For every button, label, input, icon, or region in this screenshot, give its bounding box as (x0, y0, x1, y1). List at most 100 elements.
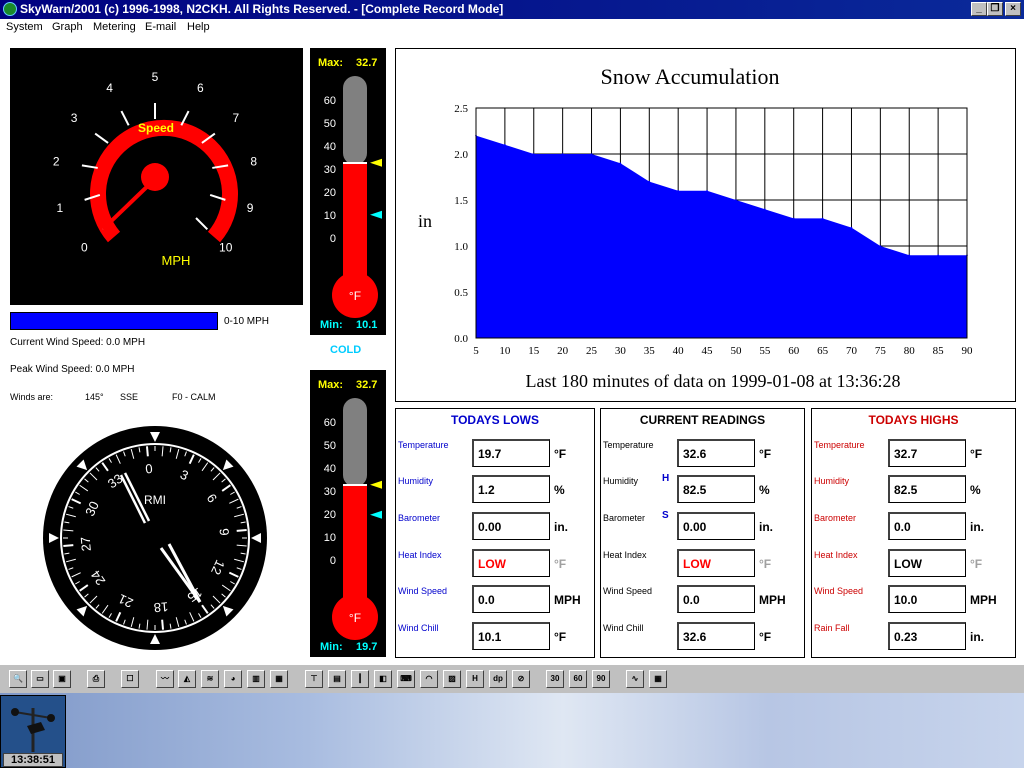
toolbar: 🔍 ▭ ▣ ⎙ ☐ 〰 ◭ ≋ ◕ ▥ ▦ ⊤ ▤ ┃ ◧ ⌨ ◠ ▨ H dp… (0, 664, 1024, 693)
chart-xtick-label: 20 (557, 345, 569, 357)
reading-label: Wind Chill (603, 623, 644, 633)
reading-label: Rain Fall (814, 623, 850, 633)
chart-xtick-label: 40 (673, 345, 685, 357)
barometer-marker: S (662, 510, 669, 521)
menu-system[interactable]: System (6, 21, 43, 33)
barometer-icon[interactable]: ▨ (443, 670, 461, 688)
keyboard-icon[interactable]: ⌨ (397, 670, 415, 688)
peak-wind-speed: Peak Wind Speed: 0.0 MPH (10, 364, 135, 375)
menu-graph[interactable]: Graph (52, 21, 83, 33)
anemometer-icon (11, 708, 55, 752)
tower-meter-icon[interactable]: ⊤ (305, 670, 323, 688)
stacked-bar-icon[interactable]: ▦ (270, 670, 288, 688)
reading-value: 10.0 (888, 585, 966, 613)
thermo-max-marker (370, 480, 382, 489)
reading-unit: °F (554, 630, 567, 644)
thermo-min-label: Min: (320, 319, 343, 331)
open-folder-icon[interactable]: ▭ (31, 670, 49, 688)
reading-unit: °F (970, 447, 983, 461)
reading-value: 32.7 (888, 439, 966, 467)
chart-xtick-label: 35 (644, 345, 656, 357)
range-90-button[interactable]: 90 (592, 670, 610, 688)
reading-unit: % (554, 483, 565, 497)
chart-xtick-label: 65 (817, 345, 829, 357)
reading-value: 32.6 (677, 439, 755, 467)
reading-label: Barometer (398, 513, 441, 523)
rmi-tick (236, 528, 247, 532)
thermo-max-value: 32.7 (356, 57, 377, 69)
table-grid-icon[interactable]: ▦ (649, 670, 667, 688)
dial-meter-icon[interactable]: ◠ (420, 670, 438, 688)
thermo-max-label: Max: (318, 379, 343, 391)
print-preview-icon[interactable]: 🔍 (9, 670, 27, 688)
rmi-compass: 03691215182124273033 RMI (40, 426, 270, 650)
chart-xtick-label: 25 (586, 345, 598, 357)
snow-data-point (677, 190, 679, 192)
chart-ylabel: in (418, 211, 432, 231)
current-wind-speed: Current Wind Speed: 0.0 MPH (10, 337, 146, 348)
thermo-unit: °F (349, 289, 361, 303)
weather-station-tile[interactable]: 13:38:51 (0, 695, 66, 768)
speed-tick-label: 6 (197, 81, 204, 95)
reading-unit: °F (554, 557, 567, 571)
thermo-grid-icon[interactable]: ▤ (328, 670, 346, 688)
current-readings-panel: CURRENT READINGS Temperature 32.6 °F Humidit… (600, 408, 805, 658)
pie-chart-icon[interactable]: ◕ (224, 670, 242, 688)
trend-graph-icon[interactable]: ∿ (626, 670, 644, 688)
speed-tick-label: 1 (57, 201, 64, 215)
minimize-button[interactable]: _ (971, 2, 987, 16)
printer-icon[interactable]: ⎙ (87, 670, 105, 688)
area-graph-icon[interactable]: ◭ (178, 670, 196, 688)
thermo-scale-label: 30 (324, 164, 336, 176)
reading-unit: °F (759, 557, 772, 571)
reading-label: Humidity (814, 476, 850, 486)
speed-needle-hub (141, 163, 169, 191)
chart-xtick-label: 15 (528, 345, 540, 357)
thermo-scale-label: 50 (324, 118, 336, 130)
humidity-icon[interactable]: H (466, 670, 484, 688)
menu-email[interactable]: E-mail (145, 21, 176, 33)
thermometer-icon[interactable]: ┃ (351, 670, 369, 688)
snow-data-point (792, 217, 795, 220)
range-60-button[interactable]: 60 (569, 670, 587, 688)
multi-graph-icon[interactable]: ≋ (201, 670, 219, 688)
title-bar: SkyWarn/2001 (c) 1996-1998, N2CKH. All R… (0, 0, 1024, 19)
blank-page-icon[interactable]: ☐ (121, 670, 139, 688)
gauge-panel-icon[interactable]: ◧ (374, 670, 392, 688)
line-graph-icon[interactable]: 〰 (156, 670, 174, 688)
save-icon[interactable]: ▣ (53, 670, 71, 688)
snow-data-point (532, 153, 535, 155)
compass-icon[interactable]: ⊘ (512, 670, 530, 688)
thermo-scale-label: 40 (324, 141, 336, 153)
rmi-heading-label: 9 (216, 528, 232, 537)
snow-data-point (735, 199, 737, 201)
todays-lows-panel: TODAYS LOWS Temperature 19.7 °F Humidity 1.2%… (395, 408, 595, 658)
speed-tick-label: 3 (71, 111, 78, 125)
restore-button[interactable]: ❐ (987, 2, 1003, 16)
thermo-max-marker (370, 158, 382, 167)
reading-label: Temperature (814, 440, 865, 450)
wind-direction-degrees: 145° (85, 392, 104, 402)
chart-xtick-label: 10 (499, 345, 511, 357)
menu-help[interactable]: Help (187, 21, 210, 33)
reading-value: LOW (888, 549, 966, 577)
chart-xtick-label: 30 (615, 345, 627, 357)
rmi-label: RMI (144, 493, 166, 507)
chart-ytick-label: 1.0 (454, 241, 468, 253)
bar-chart-icon[interactable]: ▥ (247, 670, 265, 688)
snow-data-point (908, 254, 911, 256)
thermometer-indoor: Max: 32.7 °F 60 50 40 30 20 10 0 Min: 19.7 (310, 370, 386, 657)
rmi-tick (161, 619, 165, 630)
menu-metering[interactable]: Metering (93, 21, 136, 33)
speed-tick-label: 7 (233, 111, 240, 125)
range-30-button[interactable]: 30 (546, 670, 564, 688)
app-globe-icon[interactable] (3, 2, 17, 16)
chart-xtick-label: 85 (933, 345, 945, 357)
close-button[interactable]: × (1005, 2, 1021, 16)
reading-value: LOW (472, 549, 550, 577)
dewpoint-icon[interactable]: dp (489, 670, 507, 688)
reading-unit: in. (554, 520, 568, 534)
reading-label: Heat Index (814, 550, 858, 560)
snow-data-point (764, 208, 766, 210)
menu-bar: System Graph Metering E-mail Help (0, 19, 1024, 37)
